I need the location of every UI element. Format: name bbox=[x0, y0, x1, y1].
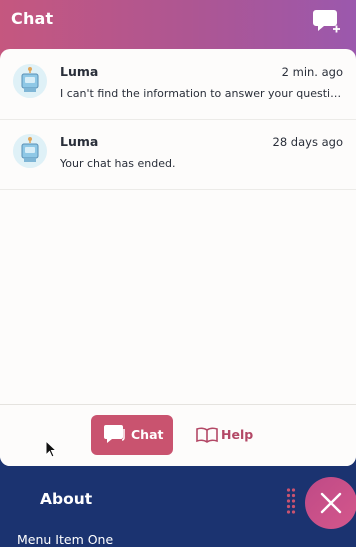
background-menu-item[interactable]: Menu Item One bbox=[17, 532, 113, 547]
tab-chat-label: Chat bbox=[131, 427, 164, 442]
tab-help-label: Help bbox=[221, 427, 254, 442]
book-icon bbox=[196, 427, 218, 447]
drag-handle-icon[interactable] bbox=[286, 488, 296, 518]
header-title: Chat bbox=[11, 9, 54, 28]
conversation-sender: Luma bbox=[60, 64, 99, 79]
conversation-sender: Luma bbox=[60, 134, 99, 149]
conversation-time: 2 min. ago bbox=[281, 65, 343, 79]
robot-avatar-icon bbox=[13, 64, 47, 98]
conversation-item[interactable]: Luma 2 min. ago I can't find the informa… bbox=[0, 49, 356, 120]
mouse-cursor-icon bbox=[45, 439, 58, 458]
conversation-time: 28 days ago bbox=[272, 135, 343, 149]
close-chat-button[interactable] bbox=[305, 477, 356, 529]
chat-panel: Luma 2 min. ago I can't find the informa… bbox=[0, 49, 356, 466]
background-about-heading: About bbox=[40, 490, 93, 508]
conversation-preview: Your chat has ended. bbox=[60, 157, 176, 170]
chat-bubble-icon bbox=[104, 424, 126, 448]
new-chat-icon[interactable] bbox=[312, 6, 342, 36]
robot-avatar-icon bbox=[13, 134, 47, 168]
conversation-preview: I can't find the information to answer y… bbox=[60, 87, 342, 100]
tab-chat[interactable]: Chat bbox=[91, 415, 173, 455]
tab-help[interactable]: Help bbox=[193, 415, 263, 455]
conversation-item[interactable]: Luma 28 days ago Your chat has ended. bbox=[0, 119, 356, 190]
